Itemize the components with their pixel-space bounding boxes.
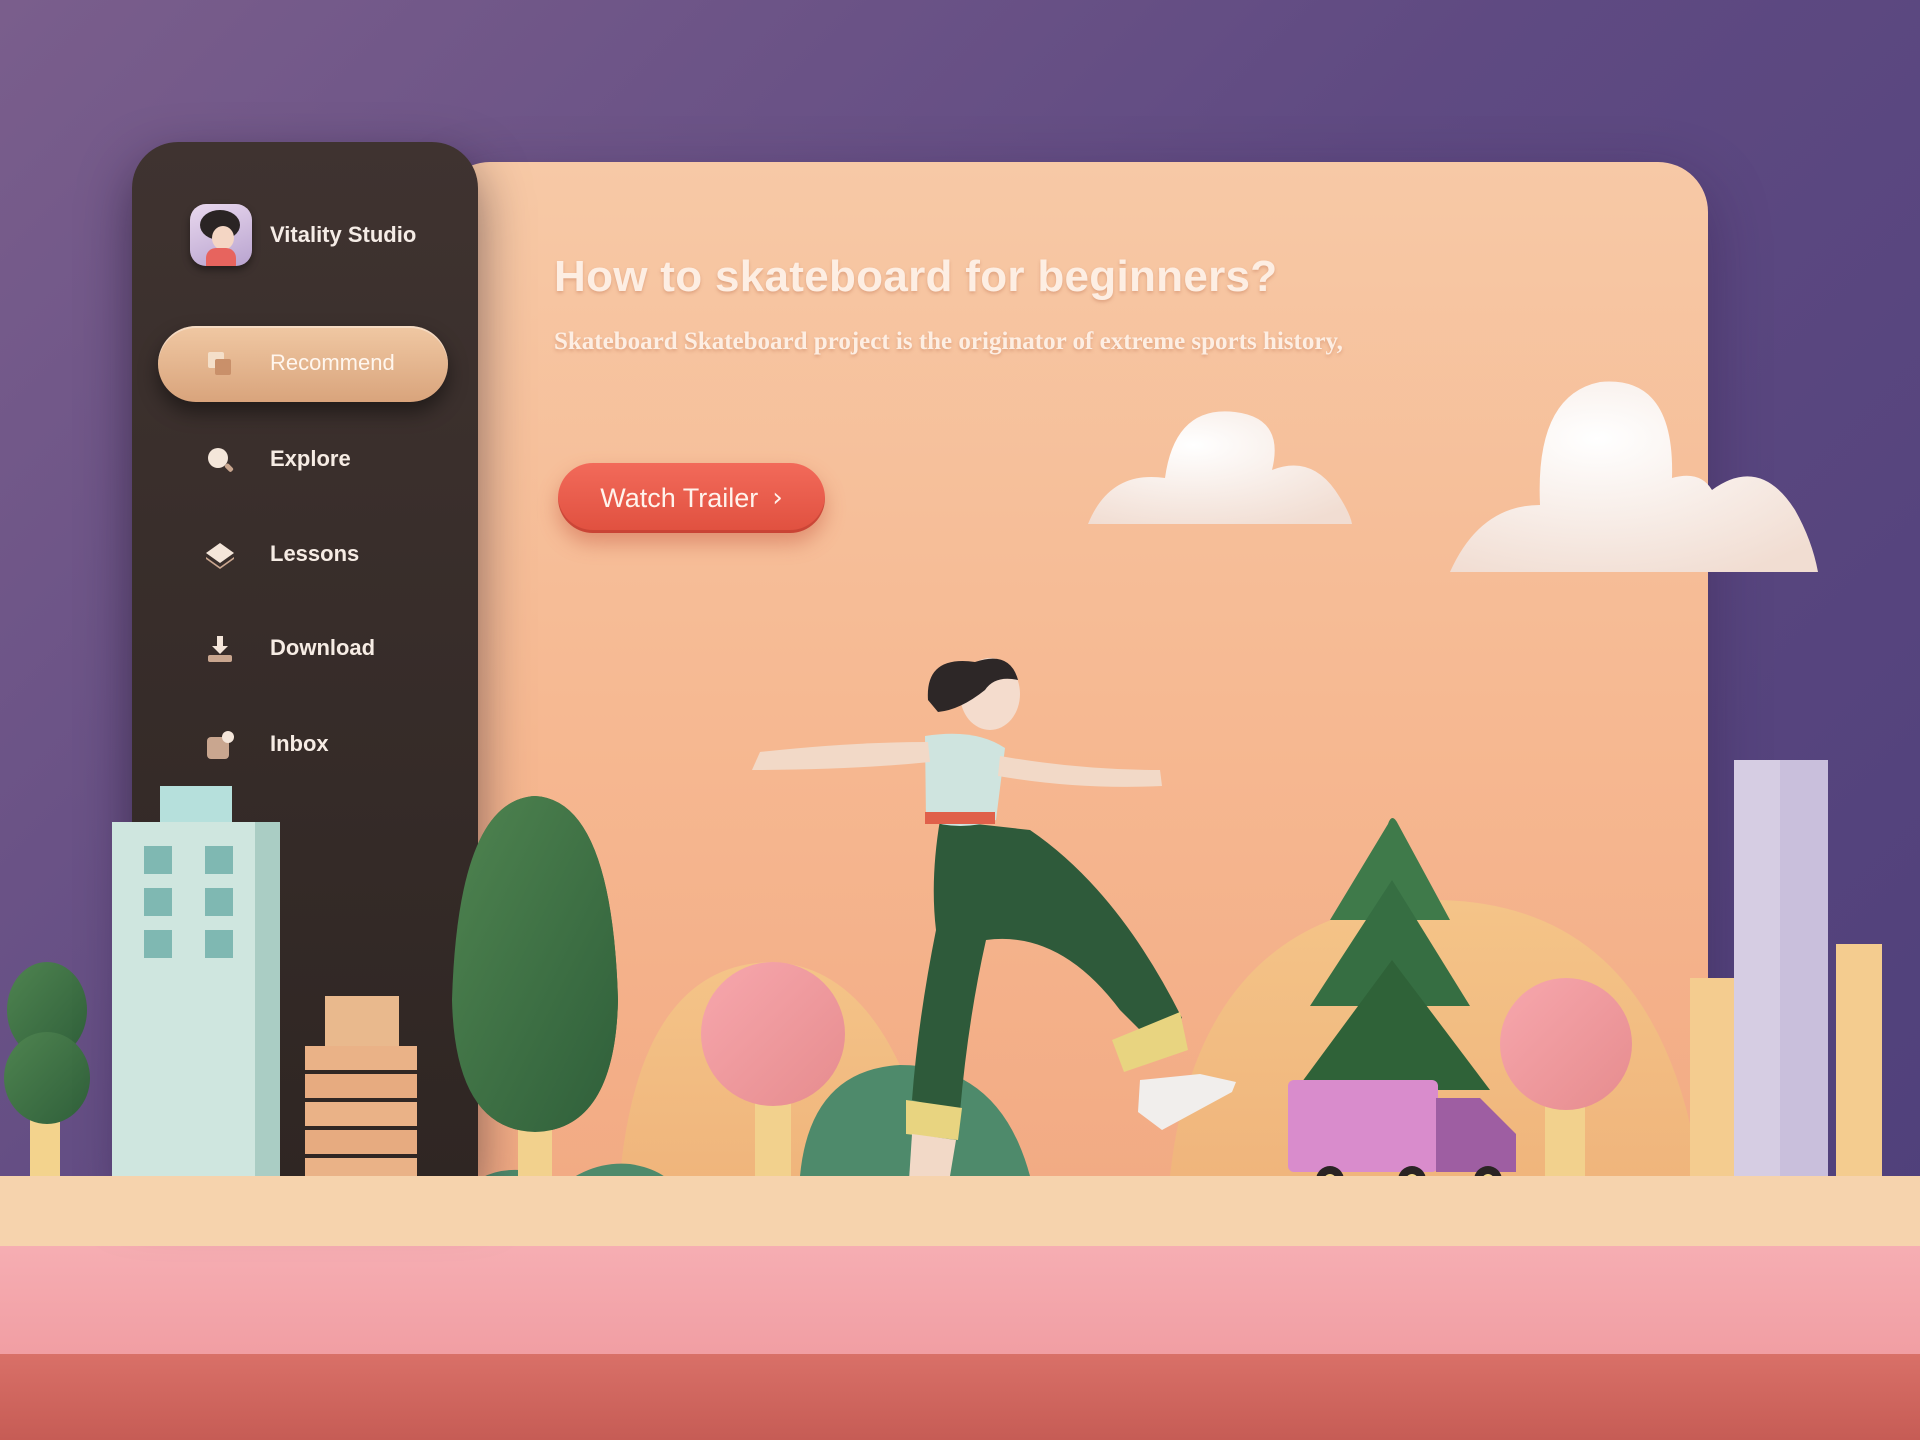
cloud-large: [1450, 381, 1818, 572]
nav-label-recommend: Recommend: [270, 350, 395, 375]
watch-trailer-label: Watch Trailer: [600, 482, 759, 513]
stack-icon: [208, 352, 231, 375]
layers-icon: [206, 543, 234, 569]
hero-title: How to skateboard for beginners?: [554, 252, 1278, 301]
nav-label-download: Download: [270, 635, 376, 660]
search-icon: [208, 448, 234, 472]
stage: Vitality Studio Recommend Explore Lesson…: [0, 0, 1920, 1440]
brand-name: Vitality Studio: [270, 222, 417, 247]
floor-edge: [0, 1354, 1920, 1440]
nav-item-explore[interactable]: Explore: [158, 422, 448, 498]
nav-label-lessons: Lessons: [270, 541, 360, 566]
watch-trailer-button[interactable]: Watch Trailer ›: [558, 463, 825, 533]
brand[interactable]: Vitality Studio: [190, 204, 416, 266]
floor: [0, 1244, 1920, 1354]
nav-item-lessons[interactable]: Lessons: [158, 517, 448, 593]
hero-subtitle: Skateboard Skateboard project is the ori…: [554, 328, 1343, 355]
tree-bush-left: [4, 962, 90, 1180]
inbox-icon: [207, 731, 234, 759]
nav-item-inbox[interactable]: Inbox: [158, 707, 448, 783]
user-avatar-icon: [190, 204, 252, 266]
nav-item-download[interactable]: Download: [158, 611, 448, 687]
nav-label-inbox: Inbox: [270, 731, 329, 756]
nav-label-explore: Explore: [270, 446, 351, 471]
nav-item-recommend[interactable]: Recommend: [158, 326, 448, 402]
chevron-right-icon: ›: [772, 483, 783, 513]
cloud-small: [1088, 411, 1352, 524]
download-icon: [208, 636, 232, 662]
book-stack: [1690, 760, 1882, 1184]
shelf: [0, 1176, 1920, 1246]
